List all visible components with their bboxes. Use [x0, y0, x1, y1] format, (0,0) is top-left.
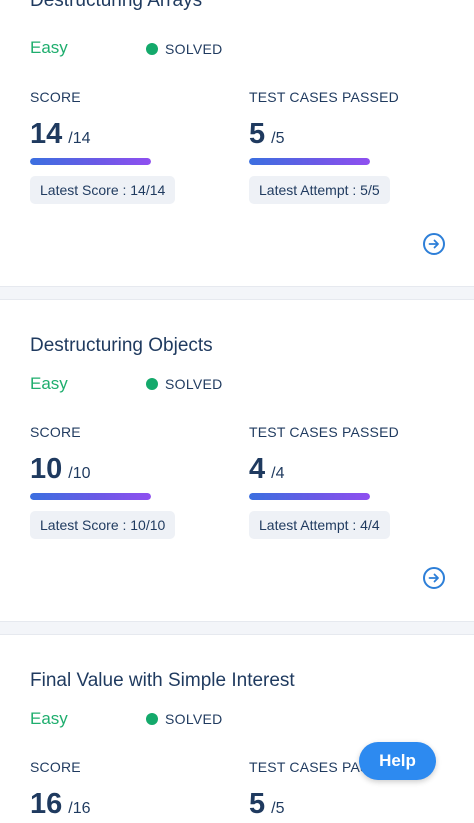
open-problem-button[interactable]	[423, 233, 445, 255]
score-value: 14 /14	[30, 118, 91, 151]
status-badge: SOLVED	[146, 376, 223, 392]
solved-status-dot-icon	[146, 713, 158, 725]
test-cases-passed: 4	[249, 453, 266, 485]
score-label: SCORE	[30, 89, 81, 105]
status-badge: SOLVED	[146, 41, 223, 57]
difficulty-label: Easy	[30, 709, 68, 728]
arrow-right-circle-icon	[428, 573, 439, 583]
test-cases-label: TEST CASES PASSED	[249, 424, 399, 440]
score-label: SCORE	[30, 759, 81, 775]
latest-score-chip: Latest Score : 10/10	[30, 511, 176, 539]
score-progress-fill	[30, 493, 151, 500]
test-cases-progress-fill	[249, 493, 370, 500]
open-problem-button[interactable]	[423, 567, 445, 589]
test-cases-total: /4	[271, 465, 285, 482]
score-obtained: 16	[30, 788, 63, 820]
score-value: 10 /10	[30, 453, 91, 486]
status-text: SOLVED	[165, 711, 223, 727]
score-progress-bar	[30, 493, 151, 500]
difficulty-label: Easy	[30, 374, 68, 393]
difficulty-label: Easy	[30, 38, 68, 57]
test-cases-value: 5 /5	[249, 118, 284, 151]
page: Destructuring Arrays Easy SOLVED SCORE 1…	[0, 0, 474, 823]
score-progress-bar	[30, 158, 151, 165]
test-cases-passed: 5	[249, 118, 266, 150]
score-progress-fill	[30, 158, 151, 165]
test-cases-total: /5	[271, 130, 285, 147]
test-cases-value: 4 /4	[249, 453, 284, 486]
help-button[interactable]: Help	[359, 742, 436, 780]
status-text: SOLVED	[165, 376, 223, 392]
test-cases-progress-bar	[249, 493, 370, 500]
latest-attempt-chip: Latest Attempt : 4/4	[249, 511, 390, 539]
status-badge: SOLVED	[146, 711, 223, 727]
solved-status-dot-icon	[146, 378, 158, 390]
problem-title[interactable]: Destructuring Arrays	[30, 0, 202, 12]
latest-score-chip: Latest Score : 14/14	[30, 176, 176, 204]
test-cases-value: 5 /5	[249, 788, 284, 821]
test-cases-label: TEST CASES PASSED	[249, 89, 399, 105]
score-obtained: 10	[30, 453, 63, 485]
test-cases-progress-bar	[249, 158, 370, 165]
score-obtained: 14	[30, 118, 63, 150]
problem-card[interactable]: Destructuring Arrays Easy SOLVED SCORE 1…	[0, 0, 474, 287]
score-total: /10	[68, 465, 91, 482]
solved-status-dot-icon	[146, 43, 158, 55]
problem-title[interactable]: Final Value with Simple Interest	[30, 670, 295, 692]
test-cases-passed: 5	[249, 788, 266, 820]
score-value: 16 /16	[30, 788, 91, 821]
arrow-right-circle-icon	[428, 239, 439, 249]
test-cases-total: /5	[271, 800, 285, 817]
problem-card[interactable]: Destructuring Objects Easy SOLVED SCORE …	[0, 299, 474, 622]
test-cases-progress-fill	[249, 158, 370, 165]
score-label: SCORE	[30, 424, 81, 440]
problem-card[interactable]: Final Value with Simple Interest Easy SO…	[0, 634, 474, 823]
status-text: SOLVED	[165, 41, 223, 57]
problem-title[interactable]: Destructuring Objects	[30, 335, 213, 357]
score-total: /16	[68, 800, 91, 817]
latest-attempt-chip: Latest Attempt : 5/5	[249, 176, 390, 204]
score-total: /14	[68, 130, 91, 147]
